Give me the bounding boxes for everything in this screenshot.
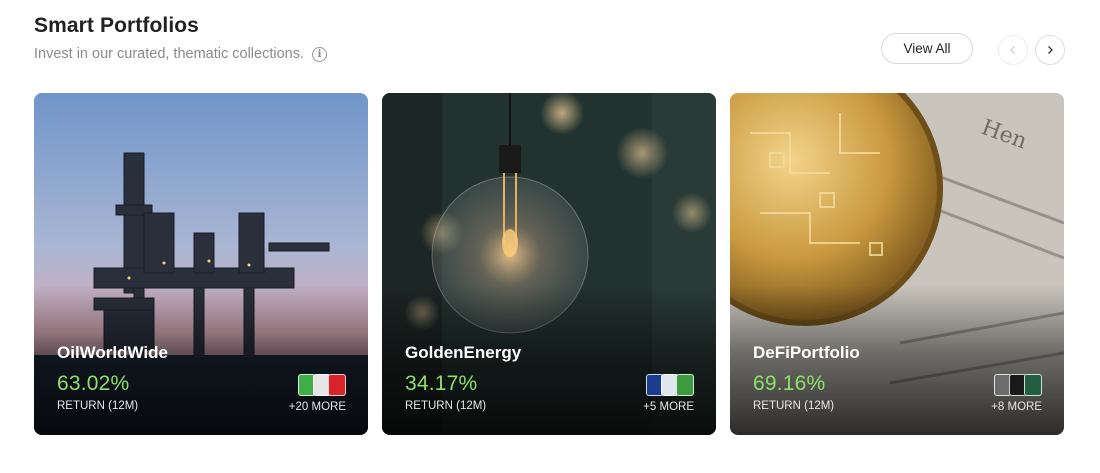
holdings-logos <box>646 374 694 396</box>
portfolio-return: 69.16% <box>753 372 826 395</box>
portfolio-carousel: OilWorldWide 63.02% RETURN (12M) +20 MOR… <box>34 93 1064 435</box>
more-holdings-count: +20 MORE <box>288 401 346 413</box>
section-subtitle: Invest in our curated, thematic collecti… <box>34 46 327 62</box>
portfolio-name: DeFiPortfolio <box>753 343 860 362</box>
info-icon[interactable]: i <box>312 46 327 62</box>
holding-logo-3 <box>676 374 694 396</box>
portfolio-card-oilworldwide[interactable]: OilWorldWide 63.02% RETURN (12M) +20 MOR… <box>34 93 368 435</box>
chevron-left-icon <box>1010 46 1015 54</box>
holding-logo-3 <box>1024 374 1042 396</box>
return-label: RETURN (12M) <box>405 400 487 412</box>
portfolio-card-defiportfolio[interactable]: Hen DeFiPortfolio 69.16% RETURN (12M) +8… <box>730 93 1064 435</box>
more-holdings-count: +5 MORE <box>643 401 694 413</box>
view-all-button[interactable]: View All <box>881 33 973 64</box>
carousel-next-button[interactable] <box>1035 35 1065 65</box>
holding-logo-3 <box>328 374 346 396</box>
holdings-logos <box>994 374 1042 396</box>
portfolio-card-goldenenergy[interactable]: GoldenEnergy 34.17% RETURN (12M) +5 MORE <box>382 93 716 435</box>
portfolio-name: GoldenEnergy <box>405 343 522 362</box>
portfolio-return: 63.02% <box>57 372 130 395</box>
section-header: Smart Portfolios Invest in our curated, … <box>34 14 327 62</box>
chevron-right-icon <box>1048 46 1053 54</box>
return-label: RETURN (12M) <box>57 400 139 412</box>
carousel-prev-button[interactable] <box>998 35 1028 65</box>
subtitle-text: Invest in our curated, thematic collecti… <box>34 46 304 62</box>
return-label: RETURN (12M) <box>753 400 835 412</box>
portfolio-name: OilWorldWide <box>57 343 168 362</box>
portfolio-return: 34.17% <box>405 372 478 395</box>
holdings-logos <box>298 374 346 396</box>
more-holdings-count: +8 MORE <box>991 401 1042 413</box>
section-title: Smart Portfolios <box>34 14 199 37</box>
